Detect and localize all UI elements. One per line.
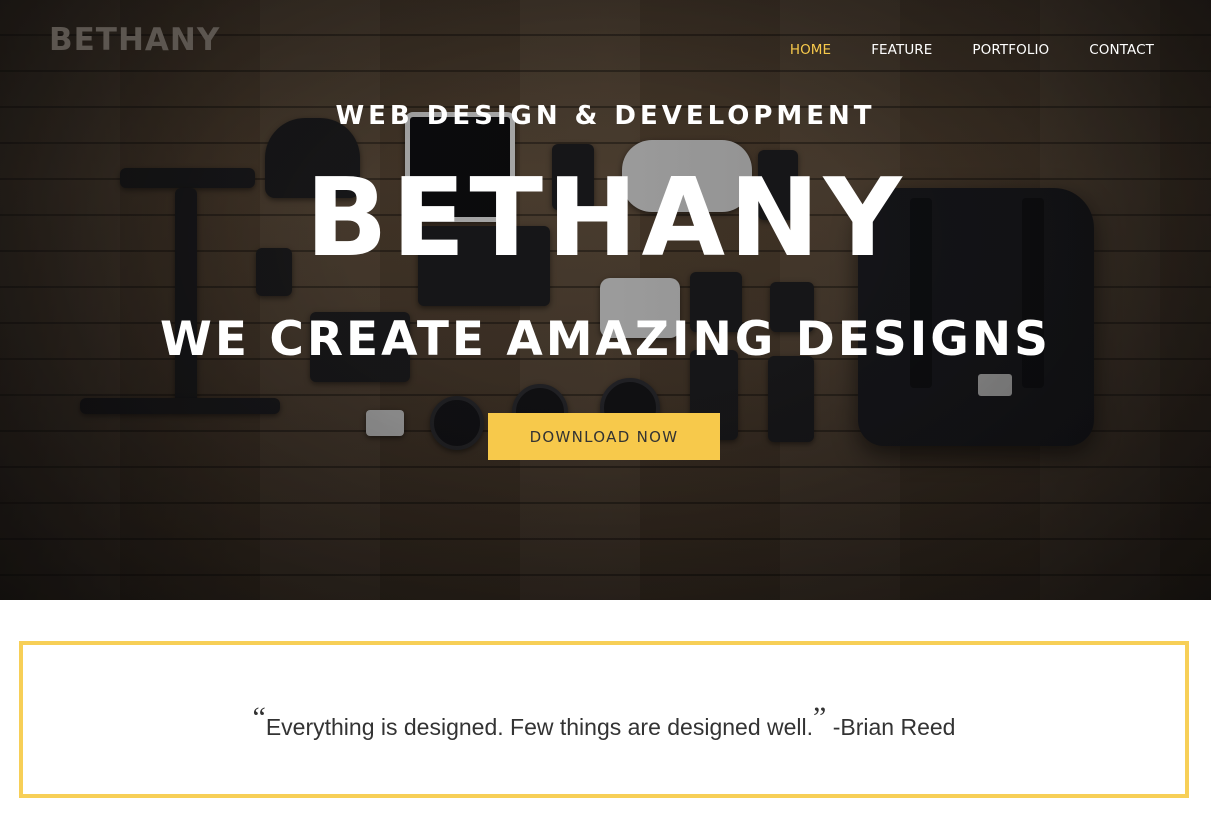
download-now-button[interactable]: DOWNLOAD NOW <box>488 413 720 460</box>
hero-section: BETHANY HOME FEATURE PORTFOLIO CONTACT W… <box>0 0 1211 600</box>
nav-item-feature[interactable]: FEATURE <box>871 42 932 58</box>
nav-item-contact[interactable]: CONTACT <box>1089 42 1154 58</box>
quote-text: Everything is designed. Few things are d… <box>265 713 814 740</box>
site-logo[interactable]: BETHANY <box>49 22 220 58</box>
nav-item-portfolio[interactable]: PORTFOLIO <box>972 42 1049 58</box>
quote: “Everything is designed. Few things are … <box>253 701 956 743</box>
hero-kicker: WEB DESIGN & DEVELOPMENT <box>335 101 876 131</box>
open-quote-mark: “ <box>252 700 266 734</box>
quote-author: -Brian Reed <box>826 713 956 740</box>
nav-item-home[interactable]: HOME <box>790 42 831 58</box>
hero-title: BETHANY <box>305 156 906 281</box>
main-nav: HOME FEATURE PORTFOLIO CONTACT <box>750 42 1154 58</box>
top-navigation: BETHANY HOME FEATURE PORTFOLIO CONTACT <box>0 0 1211 100</box>
hero-subtitle: WE CREATE AMAZING DESIGNS <box>160 312 1051 367</box>
close-quote-mark: ” <box>813 700 827 734</box>
quote-box: “Everything is designed. Few things are … <box>19 641 1189 798</box>
